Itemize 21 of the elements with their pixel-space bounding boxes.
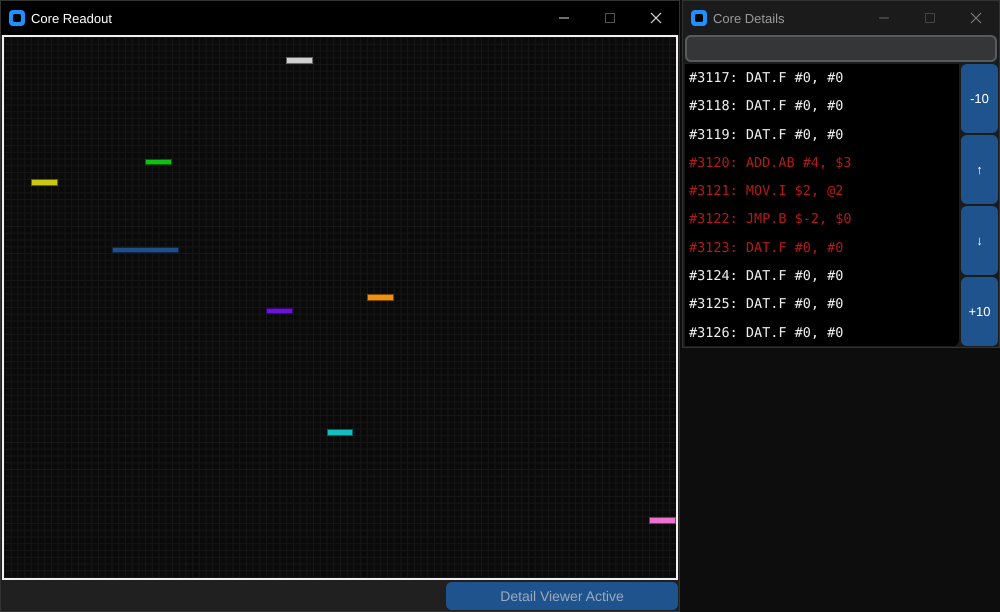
nav-button[interactable]: ↓	[961, 206, 998, 275]
instruction-line: #3122: JMP.B $-2, $0	[688, 210, 853, 230]
instruction-line: #3126: DAT.F #0, #0	[688, 324, 844, 343]
maximize-icon[interactable]	[604, 12, 616, 24]
nav-button[interactable]: +10	[961, 277, 998, 346]
instruction-line: #3123: DAT.F #0, #0	[688, 238, 844, 258]
nav-button[interactable]: -10	[961, 64, 998, 133]
instruction-line: #3121: MOV.I $2, @2	[688, 182, 844, 202]
app-icon	[9, 10, 25, 26]
instruction-line: #3120: ADD.AB #4, $3	[688, 154, 853, 173]
window-title: Core Readout	[31, 10, 112, 26]
app-icon	[691, 10, 707, 26]
address-field[interactable]	[685, 35, 997, 62]
instruction-line: #3118: DAT.F #0, #0	[688, 97, 844, 116]
maximize-icon[interactable]	[924, 12, 936, 24]
instruction-line: #3119: DAT.F #0, #0	[688, 126, 844, 145]
instruction-line: #3124: DAT.F #0, #0	[688, 267, 844, 286]
instruction-line: #3125: DAT.F #0, #0	[688, 295, 844, 314]
nav-button[interactable]: ↑	[961, 135, 998, 204]
window-title: Core Details	[713, 10, 785, 26]
instruction-line: #3117: DAT.F #0, #0	[688, 69, 844, 88]
